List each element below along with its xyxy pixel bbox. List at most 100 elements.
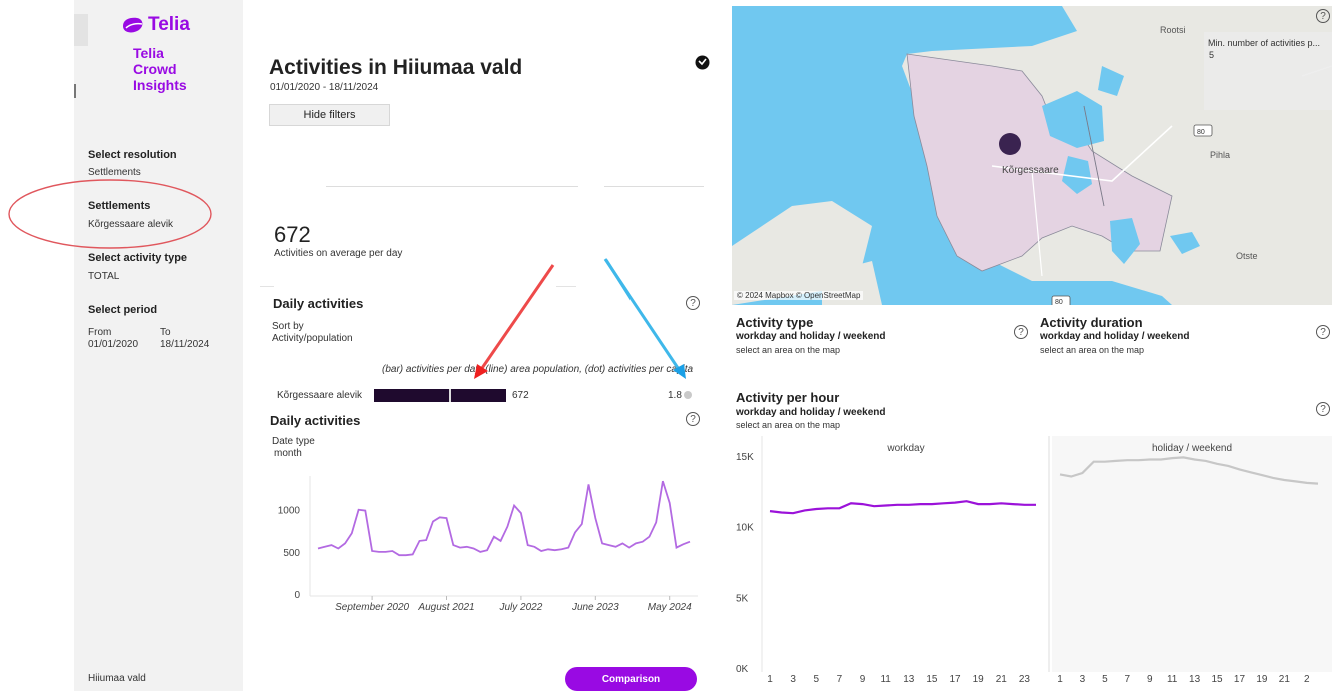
telia-logo-text: Telia bbox=[148, 14, 190, 35]
sidebar-edge-handle[interactable] bbox=[74, 84, 76, 98]
x-tick-label: August 2021 bbox=[417, 602, 474, 613]
place-korgessaare: Kõrgessaare bbox=[1002, 165, 1059, 176]
x-tick-label: 1 bbox=[767, 674, 773, 685]
x-tick-label: May 2024 bbox=[648, 602, 692, 613]
per-hour-hint: select an area on the map bbox=[736, 420, 841, 430]
date-type-select[interactable]: month bbox=[274, 448, 302, 459]
activity-type-hint: select an area on the map bbox=[736, 345, 841, 355]
sort-by-select[interactable]: Activity/population bbox=[272, 333, 353, 344]
per-hour-title: Activity per hour bbox=[736, 390, 840, 405]
help-icon[interactable]: ? bbox=[1014, 325, 1028, 339]
product-name: Telia Crowd Insights bbox=[133, 45, 187, 93]
sidebar-grip bbox=[74, 14, 88, 46]
x-tick-label: 7 bbox=[837, 674, 843, 685]
settings-icon[interactable] bbox=[695, 55, 710, 70]
annotation-ellipse bbox=[8, 179, 212, 249]
daily-activities-title-2: Daily activities bbox=[270, 413, 361, 428]
per-capita-value: 1.8 bbox=[668, 390, 682, 401]
annotation-arrow-blue bbox=[603, 258, 686, 379]
x-tick-label: 9 bbox=[860, 674, 866, 685]
place-pihla: Pihla bbox=[1210, 150, 1230, 160]
x-tick-label: 3 bbox=[790, 674, 796, 685]
place-rootsi: Rootsi bbox=[1160, 25, 1186, 35]
period-label: Select period bbox=[88, 304, 158, 316]
x-tick-label: 13 bbox=[1189, 674, 1201, 685]
to-label: To bbox=[160, 327, 171, 338]
place-otste: Otste bbox=[1236, 251, 1258, 261]
help-icon[interactable]: ? bbox=[1316, 325, 1330, 339]
per-capita-dot[interactable] bbox=[684, 391, 692, 399]
to-date-input[interactable]: 18/11/2024 bbox=[160, 339, 209, 350]
date-range: 01/01/2020 - 18/11/2024 bbox=[270, 82, 379, 93]
help-icon[interactable]: ? bbox=[686, 412, 700, 426]
sort-by-label: Sort by bbox=[272, 321, 304, 332]
daily-activities-title: Daily activities bbox=[273, 296, 364, 311]
x-tick-label: June 2023 bbox=[571, 602, 619, 613]
sidebar: Telia Telia Crowd Insights Select resolu… bbox=[74, 0, 243, 691]
panel-title: holiday / weekend bbox=[1152, 443, 1232, 454]
activity-type-select[interactable]: TOTAL bbox=[88, 271, 119, 282]
page-title: Activities in Hiiumaa vald bbox=[269, 56, 523, 79]
help-icon[interactable]: ? bbox=[1316, 402, 1330, 416]
population-line bbox=[449, 389, 451, 402]
panel-holiday-bg bbox=[1052, 436, 1332, 672]
x-tick-label: 17 bbox=[1234, 674, 1246, 685]
x-tick-label: 7 bbox=[1125, 674, 1131, 685]
activity-type-title: Activity type bbox=[736, 315, 814, 330]
x-tick-label: September 2020 bbox=[335, 602, 409, 613]
activity-type-subtitle: workday and holiday / weekend bbox=[736, 331, 886, 342]
kpi-value: 672 bbox=[274, 222, 311, 247]
activity-duration-title: Activity duration bbox=[1040, 315, 1143, 330]
telia-logo: Telia bbox=[121, 12, 211, 38]
activity-duration-subtitle: workday and holiday / weekend bbox=[1040, 331, 1190, 342]
product-name-line-1: Telia bbox=[133, 45, 164, 61]
x-tick-label: 23 bbox=[1019, 674, 1031, 685]
comparison-button[interactable]: Comparison bbox=[565, 667, 697, 691]
resolution-label: Select resolution bbox=[88, 149, 177, 161]
x-tick-label: 15 bbox=[1211, 674, 1223, 685]
activity-duration-hint: select an area on the map bbox=[1040, 345, 1145, 355]
panel-title: workday bbox=[886, 443, 924, 454]
monthly-activity-chart[interactable]: 0 500 1000 September 2020 August 2021 July 20… bbox=[266, 468, 706, 618]
activity-per-hour-chart[interactable]: 0K5K10K15Kworkday1 3 5 7 9 11 13 15 17 19 21 23holi… bbox=[732, 436, 1332, 691]
product-name-line-2: Crowd bbox=[133, 61, 177, 77]
x-tick-label: 3 bbox=[1080, 674, 1086, 685]
x-tick-label: 13 bbox=[903, 674, 915, 685]
map-attribution[interactable]: © 2024 Mapbox © OpenStreetMap bbox=[734, 291, 864, 300]
sidebar-footer: Hiiumaa vald bbox=[88, 673, 146, 684]
kpi-label: Activities on average per day bbox=[274, 248, 403, 259]
divider-short-2 bbox=[260, 286, 274, 287]
telia-pebble-icon bbox=[123, 17, 143, 33]
x-tick-label: 1 bbox=[1057, 674, 1063, 685]
x-tick-label: 11 bbox=[1167, 674, 1178, 685]
map[interactable]: Kõrgessaare Rootsi Pihla Otste 80 80 © 2… bbox=[732, 6, 1332, 305]
x-tick-label: 9 bbox=[1147, 674, 1153, 685]
panel-workday-bg bbox=[762, 436, 1050, 672]
y-tick-label: 0K bbox=[736, 664, 749, 675]
x-tick-label: 15 bbox=[926, 674, 938, 685]
bar-row-value: 672 bbox=[512, 390, 529, 401]
x-tick-label: 19 bbox=[1256, 674, 1268, 685]
from-date-input[interactable]: 01/01/2020 bbox=[88, 339, 138, 350]
monthly-activity-line bbox=[317, 480, 691, 557]
product-name-line-3: Insights bbox=[133, 77, 187, 93]
x-tick-label: 11 bbox=[880, 674, 891, 685]
hide-filters-button[interactable]: Hide filters bbox=[269, 104, 390, 126]
y-tick-label: 10K bbox=[736, 523, 754, 534]
x-tick-label: 17 bbox=[949, 674, 961, 685]
y-tick-label: 15K bbox=[736, 452, 754, 463]
min-activities-label: Min. number of activities p... bbox=[1208, 38, 1321, 48]
divider bbox=[326, 186, 578, 187]
per-hour-subtitle: workday and holiday / weekend bbox=[736, 407, 886, 418]
x-tick-label: 5 bbox=[813, 674, 819, 685]
bar-row-label: Kõrgessaare alevik bbox=[277, 390, 363, 401]
min-activities-value[interactable]: 5 bbox=[1209, 50, 1214, 60]
activity-bar[interactable] bbox=[374, 389, 506, 402]
min-activities-panel[interactable]: Min. number of activities p... 5 bbox=[1204, 32, 1332, 110]
map-help-icon[interactable]: ? bbox=[1316, 9, 1330, 23]
y-tick-label: 500 bbox=[283, 548, 300, 559]
x-tick-label: July 2022 bbox=[499, 602, 543, 613]
road-badge: 80 bbox=[1055, 299, 1063, 305]
x-tick-label: 21 bbox=[996, 674, 1008, 685]
from-label: From bbox=[88, 327, 112, 338]
